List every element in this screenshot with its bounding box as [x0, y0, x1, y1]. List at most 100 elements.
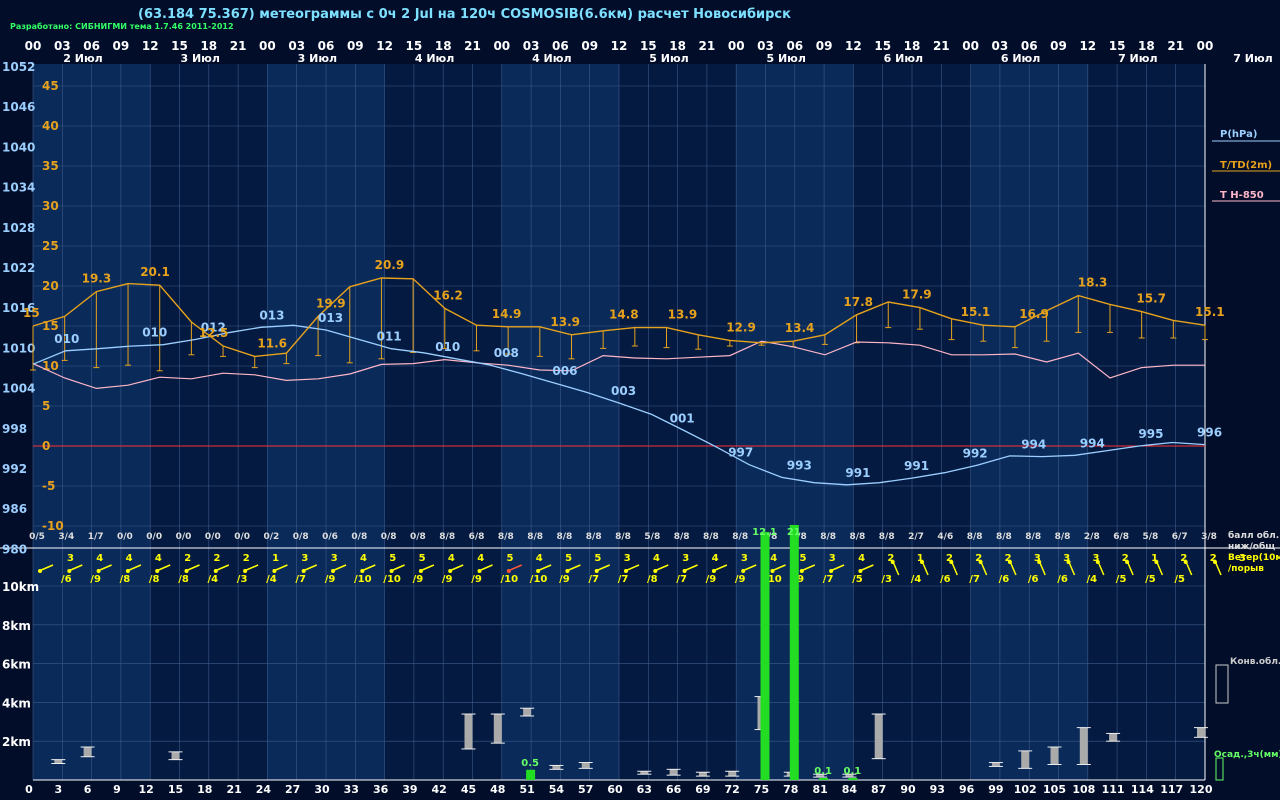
hour-label: 00	[259, 39, 276, 53]
wind-arrow-head	[1037, 560, 1042, 564]
wind-speed: 4	[712, 553, 719, 564]
wind-gust: /5	[1116, 574, 1127, 585]
wind-gust: /9	[471, 574, 482, 585]
hour-label: 15	[640, 39, 657, 53]
wind-gust: /6	[1028, 574, 1039, 585]
meteogram-chart: 00 03 06 09 12 15 18 21 00 03 06 09 12 15 18 21 00 03 06 09…	[0, 39, 1280, 796]
wind-gust: /7	[588, 574, 599, 585]
day-label: 7 Июл	[1118, 52, 1157, 65]
wind-gust: /4	[208, 574, 219, 585]
wind-arrow-head	[389, 569, 394, 573]
height-axis-tick: 10km	[2, 580, 39, 594]
forecast-hour-label: 57	[578, 783, 593, 796]
precip-label: 21	[787, 527, 801, 538]
temperature-value-label: 12.9	[726, 320, 756, 334]
forecast-hour-label: 54	[549, 783, 565, 796]
cloud-code: 0/0	[234, 532, 250, 542]
pressure-axis-tick: 1004	[2, 382, 35, 396]
forecast-hour-label: 27	[285, 783, 300, 796]
cloud-code: 1/7	[88, 532, 104, 542]
precip-label: 12.1	[752, 527, 777, 538]
wind-speed: 4	[477, 553, 484, 564]
legend-t850: T H-850	[1220, 190, 1264, 201]
pressure-value-label: 008	[494, 346, 519, 360]
wind-gust: /7	[295, 574, 306, 585]
pressure-value-label: 006	[552, 364, 577, 378]
pressure-axis-tick: 1028	[2, 221, 35, 235]
wind-speed: 2	[214, 553, 221, 564]
conv-cloud-bar	[698, 772, 707, 777]
wind-arrow-head	[418, 569, 423, 573]
wind-legend: /порыв	[1228, 564, 1264, 574]
temperature-value-label: 16.9	[1019, 307, 1049, 321]
wind-gust: /6	[1057, 574, 1068, 585]
temperature-value-label: 18.3	[1078, 276, 1108, 290]
precip-label: 0.5	[521, 758, 539, 769]
conv-cloud-bar	[1197, 727, 1205, 738]
hour-label: 06	[318, 39, 335, 53]
conv-cloud-bar	[728, 771, 737, 777]
conv-cloud-bar	[523, 708, 532, 716]
wind-arrow-head	[1095, 560, 1100, 564]
forecast-hour-label: 0	[25, 783, 33, 796]
cloud-code: 0/0	[146, 532, 162, 542]
cloud-legend: ниж/общ	[1228, 541, 1275, 552]
cloud-code: 0/5	[29, 532, 45, 542]
hour-label: 09	[113, 39, 130, 53]
hour-label: 18	[1138, 39, 1155, 53]
hour-label: 00	[493, 39, 510, 53]
wind-gust: /5	[1145, 574, 1156, 585]
temperature-axis-tick: 45	[42, 79, 59, 93]
forecast-hour-label: 21	[226, 783, 241, 796]
temperature-axis-tick: -10	[42, 519, 64, 533]
hour-label: 12	[845, 39, 862, 53]
cloud-code: 2/7	[908, 532, 924, 542]
wind-arrow-head	[978, 560, 983, 564]
forecast-hour-label: 96	[959, 783, 975, 796]
wind-speed: 3	[301, 553, 308, 564]
wind-gust: /8	[149, 574, 160, 585]
pressure-value-label: 992	[963, 446, 988, 460]
cloud-code: 6/7	[1172, 532, 1188, 542]
precip-bar	[526, 769, 536, 780]
wind-arrow-head	[682, 569, 687, 573]
cloud-code: 8/8	[703, 532, 719, 542]
day-label: 3 Июл	[298, 52, 337, 65]
forecast-hour-label: 15	[168, 783, 183, 796]
temperature-value-label: 17.8	[843, 295, 873, 309]
hour-label: 21	[933, 39, 950, 53]
wind-arrow-head	[829, 569, 834, 573]
forecast-hour-label: 39	[402, 783, 417, 796]
wind-gust: /10	[530, 574, 548, 585]
pressure-value-label: 011	[377, 330, 402, 344]
temperature-value-label: 14.8	[609, 308, 639, 322]
cloud-code: 0/8	[351, 532, 367, 542]
wind-gust: /9	[706, 574, 717, 585]
temperature-value-label: 15.7	[1136, 292, 1166, 306]
precip-bar	[760, 531, 770, 780]
hour-label: 18	[904, 39, 921, 53]
pressure-value-label: 010	[142, 326, 167, 340]
temperature-value-label: 15.1	[961, 305, 991, 319]
hour-label: 00	[962, 39, 979, 53]
legend-precip: Осад.,3ч(мм)	[1214, 750, 1280, 760]
precip-label: 0.1	[844, 766, 862, 777]
pressure-axis-tick: 986	[2, 502, 27, 516]
pressure-axis-tick: 998	[2, 422, 27, 436]
forecast-hour-label: 69	[695, 783, 710, 796]
cloud-legend: балл обл.	[1228, 530, 1279, 541]
forecast-hour-label: 63	[637, 783, 652, 796]
forecast-hour-label: 42	[432, 783, 447, 796]
temperature-value-label: 12.5	[199, 326, 229, 340]
temperature-axis-tick: 20	[42, 279, 59, 293]
forecast-hour-label: 78	[783, 783, 798, 796]
conv-cloud-bar	[493, 714, 502, 744]
pressure-value-label: 010	[54, 332, 79, 346]
wind-gust: /6	[999, 574, 1010, 585]
pressure-value-label: 013	[318, 311, 343, 325]
hour-label: 15	[171, 39, 188, 53]
temperature-value-label: 13.9	[668, 308, 698, 322]
cloud-code: 8/8	[732, 532, 748, 542]
wind-speed: 4	[770, 553, 777, 564]
cloud-code: 0/8	[410, 532, 426, 542]
